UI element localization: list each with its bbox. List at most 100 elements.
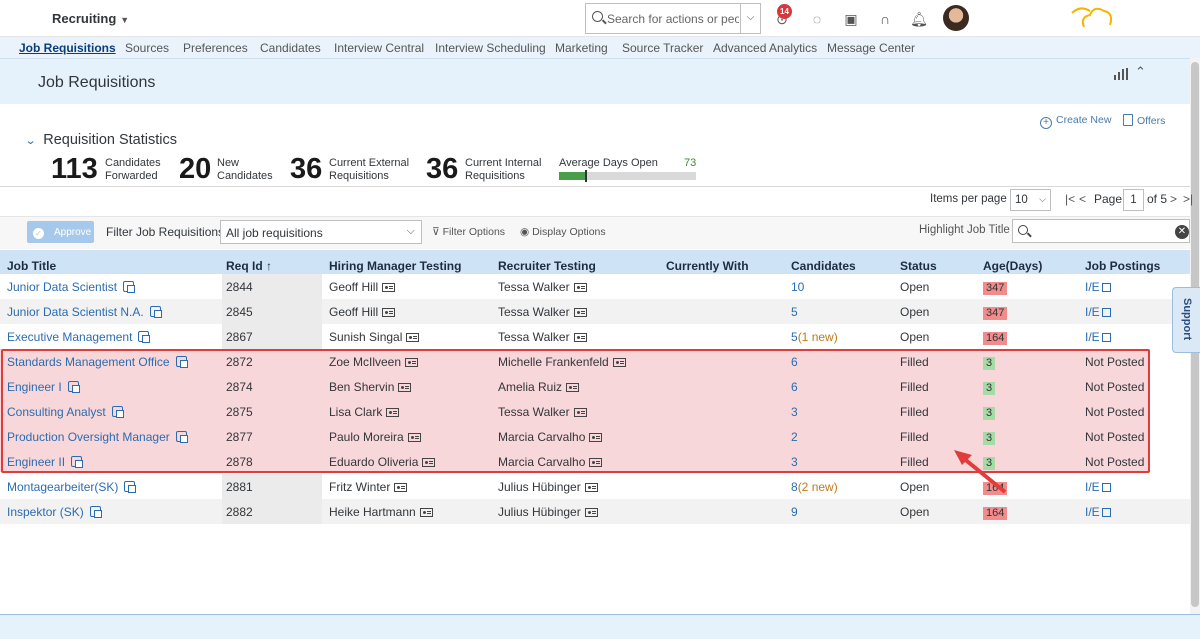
contact-card-icon[interactable] — [406, 333, 420, 342]
page-number-input[interactable]: 1 — [1123, 189, 1144, 211]
nav-candidates[interactable]: Candidates — [260, 41, 321, 55]
filter-options-button[interactable]: ⊽ Filter Options — [432, 226, 505, 238]
col-candidates[interactable]: Candidates — [791, 259, 856, 273]
stat-candidates-forwarded-value[interactable]: 113 — [51, 153, 98, 186]
candidates-count[interactable]: 8(2 new) — [791, 480, 838, 494]
copy-icon[interactable] — [124, 481, 137, 493]
candidates-count[interactable]: 5(1 new) — [791, 330, 838, 344]
prev-page-icon[interactable]: < — [1079, 192, 1086, 206]
external-link-icon[interactable] — [1101, 333, 1111, 342]
avatar[interactable] — [943, 5, 969, 31]
col-currently-with[interactable]: Currently With — [666, 259, 749, 273]
approve-label: Approve — [54, 227, 92, 238]
status: Open — [900, 280, 930, 294]
job-title-link[interactable]: Executive Management — [7, 330, 151, 344]
nav-preferences[interactable]: Preferences — [183, 41, 248, 55]
candidates-count[interactable]: 9 — [791, 505, 798, 519]
plus-circle-icon: + — [1040, 117, 1052, 129]
items-per-page-select[interactable]: 10 ⌵ — [1010, 189, 1051, 211]
support-tab[interactable]: Support — [1172, 287, 1200, 353]
headset-icon[interactable]: ∩ — [876, 10, 894, 28]
job-title-link[interactable]: Junior Data Scientist N.A. — [7, 305, 162, 319]
contact-card-icon[interactable] — [573, 283, 587, 292]
col-recruiter[interactable]: Recruiter Testing — [498, 259, 596, 273]
nav-source-tracker[interactable]: Source Tracker — [622, 41, 703, 55]
org-chart-icon[interactable]: ▣ — [842, 10, 860, 28]
avg-days-label: Average Days Open — [559, 157, 658, 169]
contact-card-icon[interactable] — [573, 333, 587, 342]
stat-new-candidates-value[interactable]: 20 — [179, 153, 211, 186]
nav-interview-central[interactable]: Interview Central — [334, 41, 424, 55]
chat-icon[interactable]: ◌ — [808, 10, 826, 28]
stats-toggle[interactable]: ⌄ Requisition Statistics — [25, 132, 177, 148]
stat-internal-value[interactable]: 36 — [426, 153, 458, 186]
highlight-input[interactable] — [1012, 219, 1190, 243]
offers-link[interactable]: Offers — [1123, 114, 1165, 127]
copy-icon[interactable] — [89, 506, 102, 518]
app-switcher[interactable]: Recruiting ▼ — [52, 11, 129, 26]
job-title-link[interactable]: Montagearbeiter(SK) — [7, 480, 137, 494]
clear-icon[interactable]: ✕ — [1175, 225, 1189, 239]
chart-icon[interactable] — [1114, 68, 1128, 80]
notification-badge: 14 — [777, 4, 792, 19]
filter-select[interactable]: All job requisitions ⌵ — [220, 220, 422, 244]
job-postings[interactable]: I/E — [1085, 305, 1111, 319]
copy-icon[interactable] — [149, 306, 162, 318]
nav-job-requisitions[interactable]: Job Requisitions — [19, 41, 116, 55]
contact-card-icon[interactable] — [382, 283, 396, 292]
nav-sources[interactable]: Sources — [125, 41, 169, 55]
contact-card-icon[interactable] — [382, 308, 396, 317]
col-job-title[interactable]: Job Title — [7, 259, 56, 273]
col-req-id[interactable]: Req Id ↑ — [226, 259, 272, 273]
collapse-header-icon[interactable]: ⌃ — [1135, 64, 1146, 80]
table-row[interactable]: Junior Data Scientist 2844 Geoff Hill Tessa… — [0, 274, 1190, 299]
col-age[interactable]: Age(Days) — [983, 259, 1042, 273]
contact-card-icon[interactable] — [419, 508, 433, 517]
contact-card-icon[interactable] — [584, 508, 598, 517]
hiring-manager: Fritz Winter — [329, 480, 408, 494]
stat-external-value[interactable]: 36 — [290, 153, 322, 186]
copy-icon[interactable] — [123, 281, 136, 293]
display-options-button[interactable]: ◉ Display Options — [520, 226, 606, 238]
job-postings[interactable]: I/E — [1085, 330, 1111, 344]
req-id: 2881 — [226, 480, 253, 494]
job-postings[interactable]: I/E — [1085, 280, 1111, 294]
search-scope-dropdown[interactable]: ⌵ — [740, 4, 760, 33]
col-status[interactable]: Status — [900, 259, 937, 273]
global-search[interactable]: Search for actions or peo... ⌵ — [585, 3, 761, 34]
create-new-label: Create New — [1056, 114, 1112, 126]
first-page-icon[interactable]: |< — [1065, 192, 1075, 206]
external-link-icon[interactable] — [1101, 483, 1111, 492]
candidates-count[interactable]: 5 — [791, 305, 798, 319]
search-input[interactable]: Search for actions or peo... — [607, 12, 739, 26]
job-title-link[interactable]: Inspektor (SK) — [7, 505, 102, 519]
job-title-link[interactable]: Junior Data Scientist — [7, 280, 136, 294]
hiring-manager: Heike Hartmann — [329, 505, 433, 519]
external-link-icon[interactable] — [1101, 308, 1111, 317]
nav-marketing[interactable]: Marketing — [555, 41, 608, 55]
candidates-count[interactable]: 10 — [791, 280, 804, 294]
last-page-icon[interactable]: >| — [1183, 192, 1193, 206]
contact-card-icon[interactable] — [394, 483, 408, 492]
copy-icon[interactable] — [138, 331, 151, 343]
nav-advanced-analytics[interactable]: Advanced Analytics — [713, 41, 817, 55]
job-postings[interactable]: I/E — [1085, 480, 1111, 494]
approve-button[interactable]: ✓ Approve — [27, 221, 94, 243]
nav-message-center[interactable]: Message Center — [827, 41, 915, 55]
create-new-link[interactable]: + Create New — [1040, 114, 1111, 129]
req-id: 2844 — [226, 280, 253, 294]
col-hiring-manager[interactable]: Hiring Manager Testing — [329, 259, 461, 273]
next-page-icon[interactable]: > — [1170, 192, 1177, 206]
table-row[interactable]: Executive Management 2867 Sunish Singal Tes… — [0, 324, 1190, 349]
req-id: 2867 — [226, 330, 253, 344]
col-job-postings[interactable]: Job Postings — [1085, 259, 1160, 273]
contact-card-icon[interactable] — [584, 483, 598, 492]
contact-card-icon[interactable] — [573, 308, 587, 317]
col-req-id-label: Req Id — [226, 259, 263, 273]
external-link-icon[interactable] — [1101, 508, 1111, 517]
nav-interview-scheduling[interactable]: Interview Scheduling — [435, 41, 546, 55]
external-link-icon[interactable] — [1101, 283, 1111, 292]
table-row[interactable]: Junior Data Scientist N.A. 2845 Geoff Hill… — [0, 299, 1190, 324]
job-postings[interactable]: I/E — [1085, 505, 1111, 519]
bell-icon[interactable]: 🔔︎ — [910, 10, 928, 28]
